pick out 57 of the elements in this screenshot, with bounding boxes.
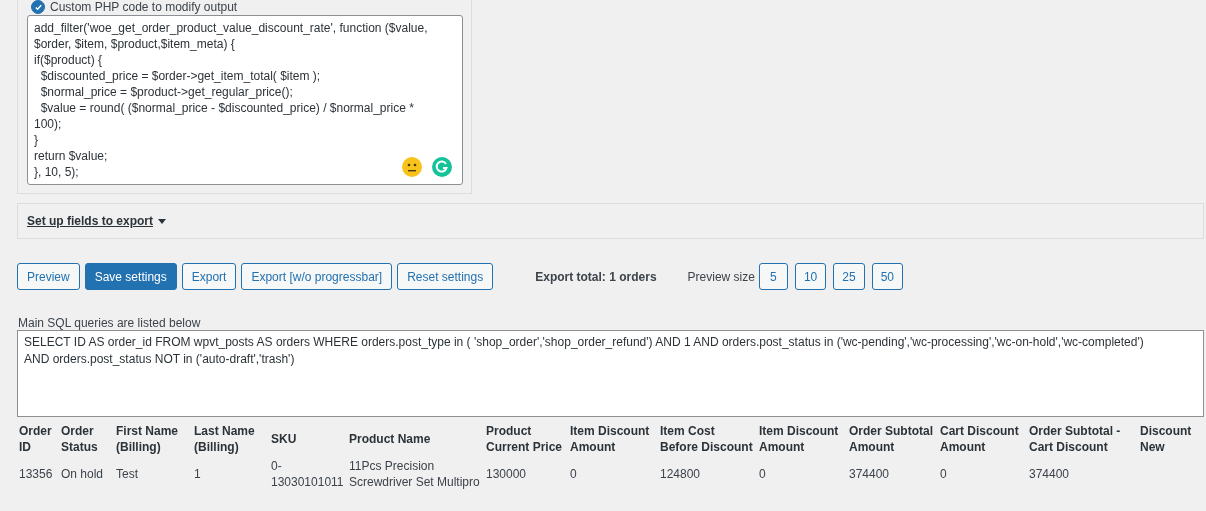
table-cell: 0 — [759, 467, 766, 481]
checkbox[interactable] — [31, 0, 45, 14]
export-total: Export total: 1 orders — [535, 269, 657, 284]
preview-size-button[interactable]: 25 — [833, 263, 865, 290]
code-line: $discounted_price = $order->get_item_total( $item ); — [39, 68, 321, 84]
action-button[interactable]: Export — [181, 263, 237, 290]
preview-size-button[interactable]: 10 — [794, 263, 827, 290]
code-line: return $value; — [34, 148, 108, 164]
column-header: Cart Discount Amount — [940, 424, 1019, 454]
column-header: Product Name — [349, 432, 431, 446]
code-line: $value = round( ($normal_price - $discounted_price) / $normal_price * — [39, 100, 414, 116]
neutral-face-icon — [402, 157, 422, 177]
table-cell: 0-13030101011 — [271, 459, 344, 489]
table-cell: 13356 — [19, 467, 53, 481]
preview-size-button[interactable]: 5 — [758, 263, 788, 290]
check-icon — [33, 2, 43, 12]
action-button[interactable]: Preview — [17, 263, 80, 290]
column-header: Order Status — [61, 424, 98, 454]
code-line: add_filter('woe_get_order_product_value_discount_rate', function ($value, — [34, 20, 428, 36]
code-line: if($product) { — [34, 52, 103, 68]
column-header: Item Discount Amount — [759, 424, 839, 454]
caret-icon — [158, 218, 166, 224]
action-button[interactable]: Reset settings — [397, 263, 494, 290]
code-line: 100); — [34, 116, 62, 132]
column-header: Last Name (Billing) — [194, 424, 255, 454]
sql-query-field[interactable]: SELECT ID AS order_id FROM wpvt_posts AS orders WHERE orders.post_type in ( 'shop_order','shop_order_refund') AND 1 AND orders.post_status in ('wc-pending','wc-processing','wc-on-hold','wc-completed') AND orders.post_status NOT in ('auto-draft','trash') — [17, 330, 1204, 417]
code-editor[interactable] — [27, 15, 463, 185]
table-cell: 11Pcs Precision Screwdriver Set Multipro — [349, 459, 480, 489]
preview-size-button[interactable]: 50 — [871, 263, 903, 290]
column-header: Product Current Price — [486, 424, 563, 454]
column-header: Item Cost Before Discount — [660, 424, 753, 454]
column-header: Discount New — [1140, 424, 1192, 454]
table-cell: 130000 — [486, 467, 527, 481]
table-cell: 374400 — [1029, 467, 1070, 481]
checkbox-label: Custom PHP code to modify output — [50, 0, 238, 14]
sql-label: Main SQL queries are listed below — [18, 316, 202, 330]
table-cell: 374400 — [849, 467, 890, 481]
column-header: Order Subtotal - Cart Discount — [1029, 424, 1121, 454]
fields-section-toggle[interactable]: Set up fields to export — [27, 214, 166, 228]
column-header: SKU — [271, 432, 297, 446]
code-line: $order, $item, $product,$item_meta) { — [34, 36, 235, 52]
code-line: } — [34, 132, 38, 148]
preview-size-label: Preview size — [687, 269, 755, 284]
column-header: First Name (Billing) — [116, 424, 179, 454]
table-cell: Test — [116, 467, 138, 481]
code-line: }, 10, 5); — [34, 164, 79, 180]
table-cell: 124800 — [660, 467, 701, 481]
action-button[interactable]: Export [w/o progressbar] — [241, 263, 393, 290]
code-line: $normal_price = $product->get_regular_price(); — [39, 84, 293, 100]
action-button[interactable]: Save settings — [84, 263, 177, 290]
column-header: Item Discount Amount — [570, 424, 650, 454]
table-cell: 0 — [570, 467, 577, 481]
column-header: Order Subtotal Amount — [849, 424, 933, 454]
table-cell: On hold — [61, 467, 104, 481]
table-cell: 1 — [194, 467, 201, 481]
table-cell: 0 — [940, 467, 947, 481]
column-header: Order ID — [19, 424, 52, 454]
